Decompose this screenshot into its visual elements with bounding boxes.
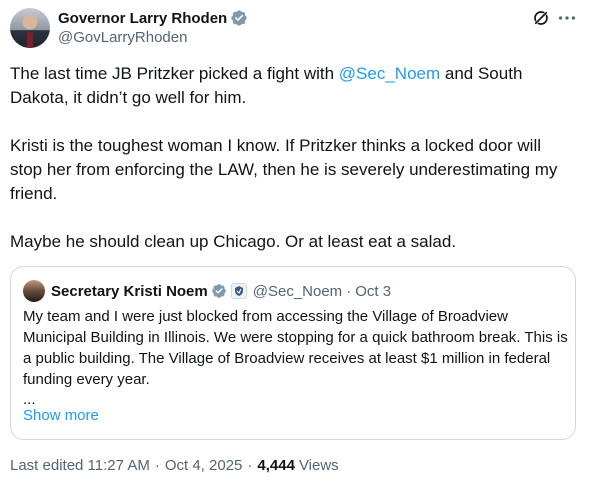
views-count: 4,444: [257, 457, 295, 474]
grok-icon[interactable]: [532, 9, 550, 27]
quoted-tweet[interactable]: Secretary Kristi Noem @Sec_Noem · Oct 3 …: [10, 266, 576, 440]
views-label: Views: [298, 457, 339, 474]
separator-dot: ·: [154, 457, 160, 474]
verified-badge-icon: [211, 284, 226, 298]
tweet-paragraph-3: Maybe he should clean up Chicago. Or at …: [10, 232, 457, 251]
more-horizontal-icon[interactable]: [556, 9, 578, 27]
mention-link[interactable]: @Sec_Noem: [339, 64, 440, 83]
tweet-date[interactable]: Oct 4, 2025: [165, 457, 243, 474]
quoted-tweet-header: Secretary Kristi Noem @Sec_Noem · Oct 3: [51, 281, 391, 301]
tweet-paragraph-2: Kristi is the toughest woman I know. If …: [10, 136, 558, 203]
quoted-tweet-date[interactable]: Oct 3: [355, 283, 391, 300]
separator-dot: ·: [247, 457, 253, 474]
last-edited-link[interactable]: Last edited 11:27 AM: [10, 457, 150, 474]
author-handle[interactable]: @GovLarryRhoden: [58, 29, 187, 46]
show-more-link[interactable]: Show more: [23, 407, 99, 424]
author-avatar[interactable]: [10, 8, 50, 48]
tweet-meta-footer: Last edited 11:27 AM · Oct 4, 2025 · 4,4…: [10, 457, 339, 474]
tweet-card: Governor Larry Rhoden @GovLarryRhoden Th…: [0, 0, 590, 481]
quoted-author-avatar: [23, 280, 45, 302]
author-name-row: Governor Larry Rhoden: [58, 8, 248, 28]
tweet-text-segment: The last time JB Pritzker picked a fight…: [10, 64, 339, 83]
tweet-paragraph-1: The last time JB Pritzker picked a fight…: [10, 62, 570, 110]
tweet-text: The last time JB Pritzker picked a fight…: [10, 62, 570, 278]
quoted-tweet-text: My team and I were just blocked from acc…: [23, 308, 568, 388]
quoted-author-handle: @Sec_Noem: [252, 282, 343, 300]
author-display-name[interactable]: Governor Larry Rhoden: [58, 10, 227, 27]
verified-badge-icon: [231, 10, 247, 26]
government-affiliation-icon: [230, 283, 247, 299]
quoted-author-name: Secretary Kristi Noem: [51, 282, 208, 300]
separator-dot: ·: [346, 282, 352, 300]
